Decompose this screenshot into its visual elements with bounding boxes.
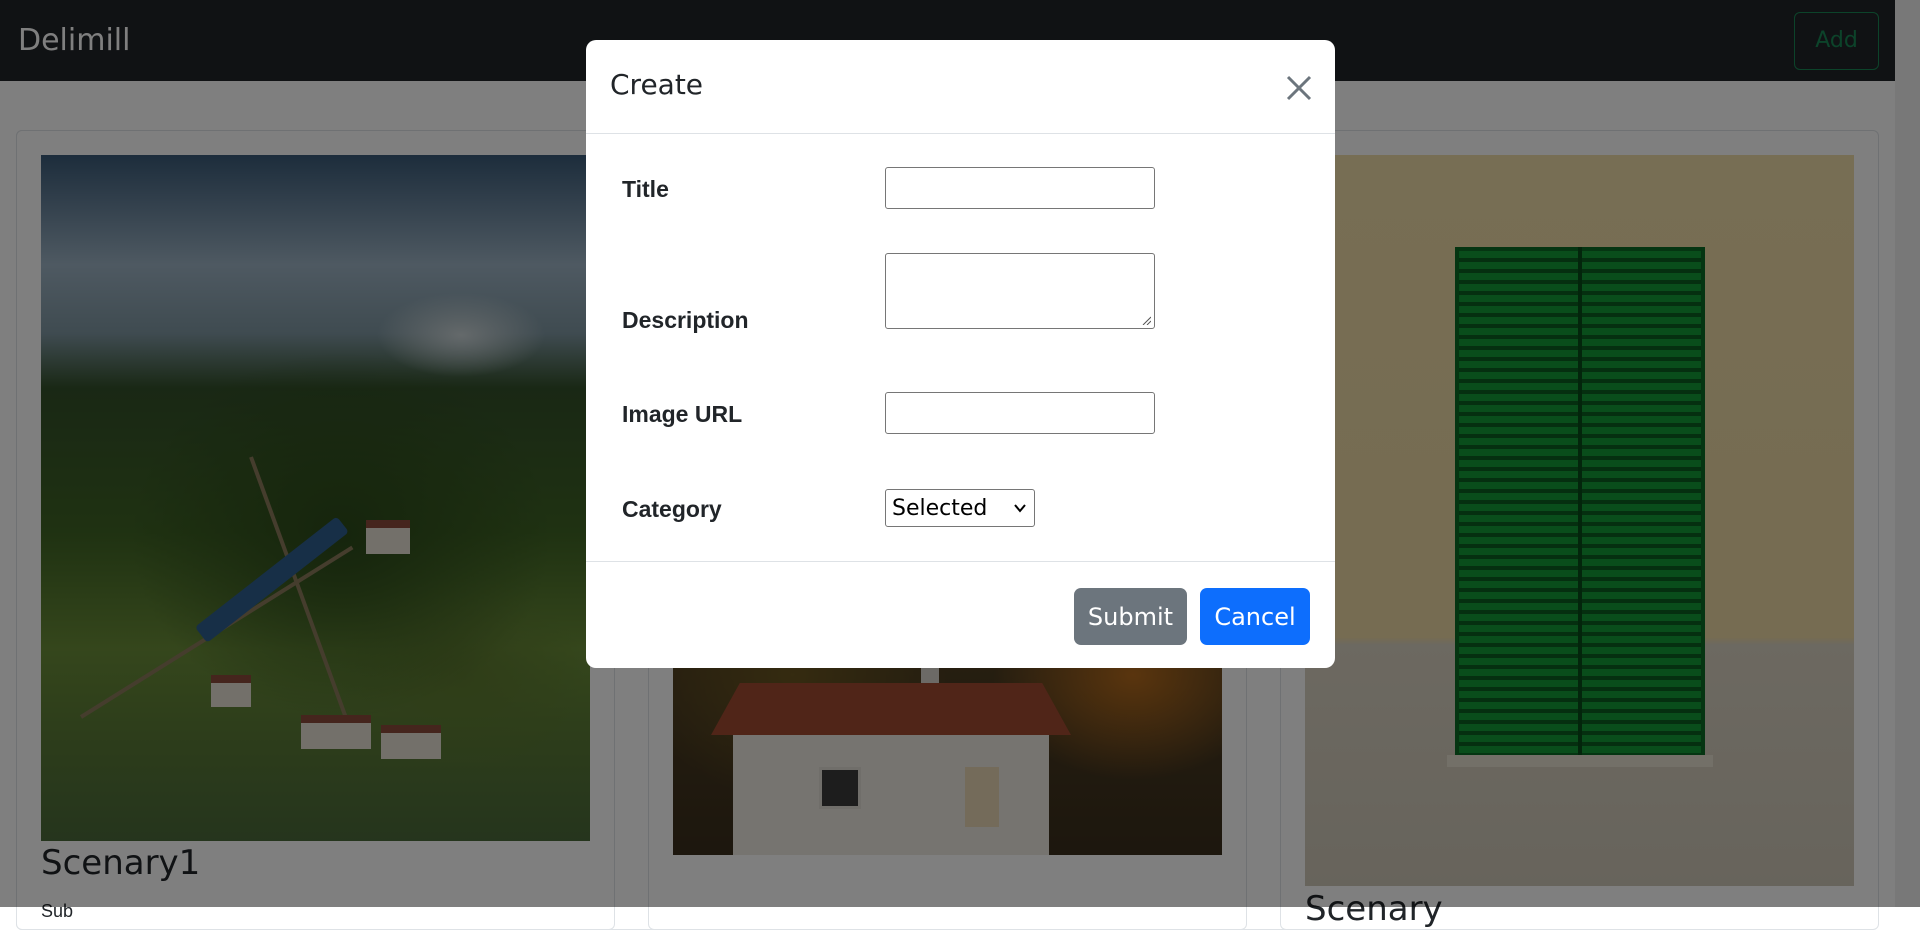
modal-footer: Submit Cancel [586, 561, 1335, 668]
title-label: Title [622, 176, 669, 202]
modal-title: Create [610, 68, 704, 101]
category-select[interactable]: Selected [885, 489, 1035, 527]
resize-grip-icon[interactable] [1141, 315, 1151, 325]
image-url-label: Image URL [622, 401, 743, 427]
description-label: Description [622, 307, 749, 333]
category-label: Category [622, 496, 722, 522]
submit-button[interactable]: Submit [1074, 588, 1187, 645]
category-selected-value: Selected [892, 495, 988, 521]
cancel-button[interactable]: Cancel [1200, 588, 1310, 645]
close-button[interactable] [1281, 70, 1317, 106]
chevron-down-icon [1014, 504, 1026, 513]
image-url-input[interactable] [885, 392, 1155, 434]
modal-header: Create [586, 40, 1335, 134]
close-icon [1286, 75, 1312, 101]
description-textarea[interactable] [885, 253, 1155, 329]
create-modal: Create Title Description Image URL Categ… [586, 40, 1335, 668]
title-input[interactable] [885, 167, 1155, 209]
